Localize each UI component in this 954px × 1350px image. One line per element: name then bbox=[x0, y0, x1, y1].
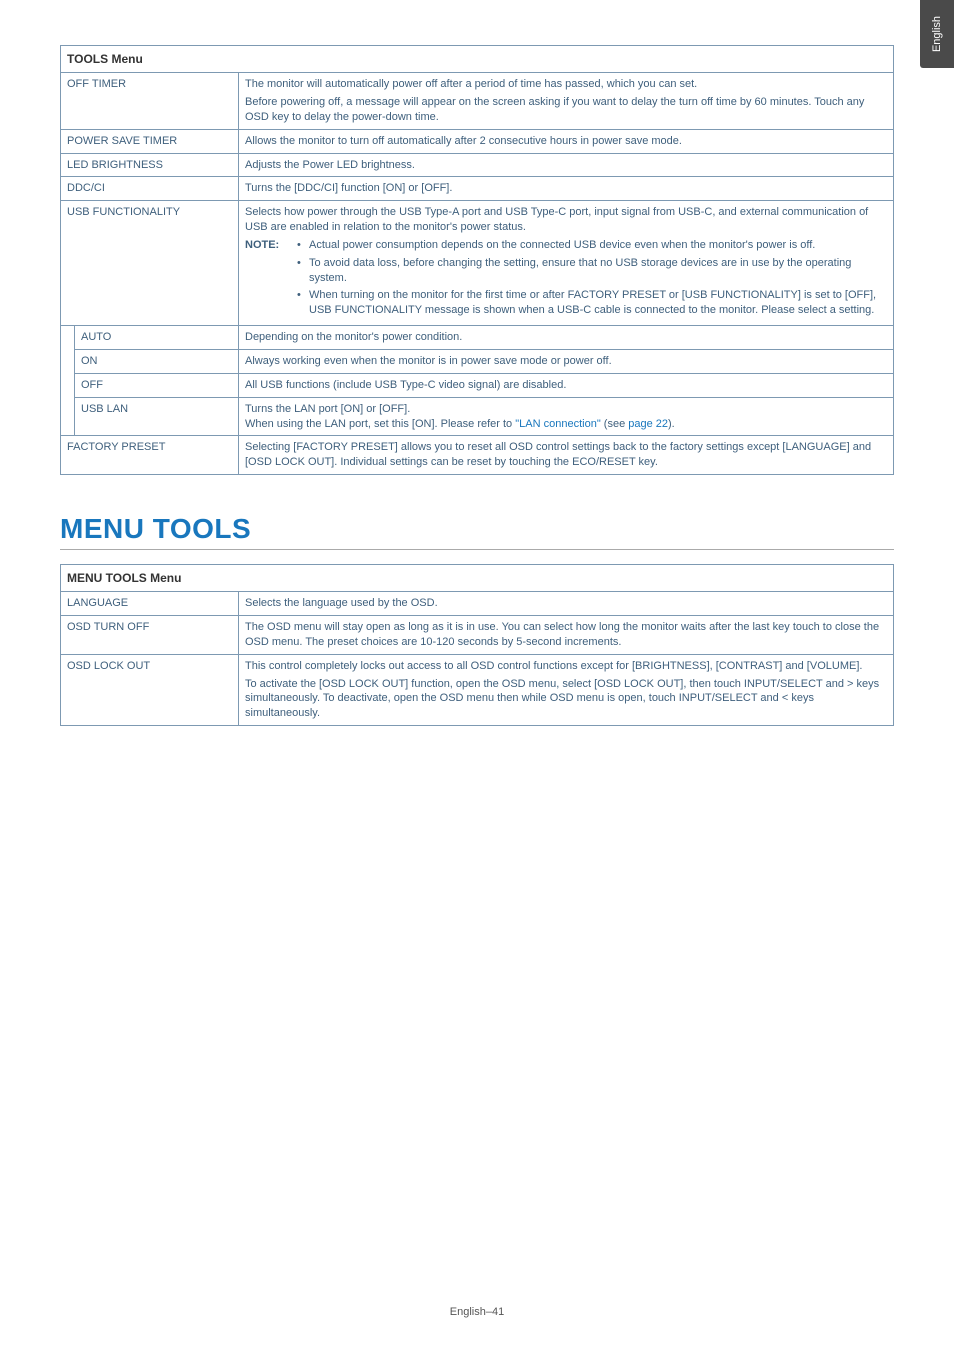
usb-func-b2: To avoid data loss, before changing the … bbox=[297, 256, 887, 286]
usb-lan-label: USB LAN bbox=[75, 397, 239, 436]
osd-lock-out-p1: This control completely locks out access… bbox=[245, 659, 887, 674]
divider bbox=[60, 549, 894, 550]
usb-lan-p2b: (see bbox=[601, 418, 629, 430]
usb-func-b1: Actual power consumption depends on the … bbox=[309, 239, 815, 251]
auto-desc: Depending on the monitor's power conditi… bbox=[239, 326, 894, 350]
factory-preset-desc: Selecting [FACTORY PRESET] allows you to… bbox=[239, 436, 894, 475]
auto-label: AUTO bbox=[75, 326, 239, 350]
indent bbox=[61, 326, 75, 350]
lan-connection-link[interactable]: "LAN connection" bbox=[515, 418, 600, 430]
usb-functionality-desc: Selects how power through the USB Type-A… bbox=[239, 201, 894, 326]
tools-header: TOOLS Menu bbox=[61, 46, 894, 73]
off-label: OFF bbox=[75, 373, 239, 397]
factory-preset-label: FACTORY PRESET bbox=[61, 436, 239, 475]
usb-func-p1: Selects how power through the USB Type-A… bbox=[245, 205, 887, 235]
ddcci-desc: Turns the [DDC/CI] function [ON] or [OFF… bbox=[239, 177, 894, 201]
language-tab-text: English bbox=[931, 16, 943, 52]
osd-turn-off-label: OSD TURN OFF bbox=[61, 616, 239, 655]
page-footer: English–41 bbox=[0, 1306, 954, 1318]
usb-func-b3: When turning on the monitor for the firs… bbox=[297, 288, 887, 318]
menu-tools-heading: MENU TOOLS bbox=[60, 513, 894, 545]
indent bbox=[61, 397, 75, 436]
page-22-link[interactable]: page 22 bbox=[628, 418, 668, 430]
usb-lan-p2: When using the LAN port, set this [ON]. … bbox=[245, 417, 887, 432]
osd-lock-out-label: OSD LOCK OUT bbox=[61, 654, 239, 725]
off-desc: All USB functions (include USB Type-C vi… bbox=[239, 373, 894, 397]
usb-lan-desc: Turns the LAN port [ON] or [OFF]. When u… bbox=[239, 397, 894, 436]
menu-tools-header: MENU TOOLS Menu bbox=[61, 565, 894, 592]
language-tab: English bbox=[920, 0, 954, 68]
power-save-timer-desc: Allows the monitor to turn off automatic… bbox=[239, 129, 894, 153]
osd-turn-off-desc: The OSD menu will stay open as long as i… bbox=[239, 616, 894, 655]
on-desc: Always working even when the monitor is … bbox=[239, 350, 894, 374]
note-label: NOTE: bbox=[245, 238, 297, 253]
off-timer-desc: The monitor will automatically power off… bbox=[239, 73, 894, 130]
usb-functionality-label: USB FUNCTIONALITY bbox=[61, 201, 239, 326]
ddcci-label: DDC/CI bbox=[61, 177, 239, 201]
usb-lan-p2c: ). bbox=[668, 418, 675, 430]
power-save-timer-label: POWER SAVE TIMER bbox=[61, 129, 239, 153]
off-timer-p2: Before powering off, a message will appe… bbox=[245, 95, 887, 125]
indent bbox=[61, 373, 75, 397]
language-label: LANGUAGE bbox=[61, 592, 239, 616]
on-label: ON bbox=[75, 350, 239, 374]
osd-lock-out-desc: This control completely locks out access… bbox=[239, 654, 894, 725]
language-desc: Selects the language used by the OSD. bbox=[239, 592, 894, 616]
tools-menu-table: TOOLS Menu OFF TIMER The monitor will au… bbox=[60, 45, 894, 475]
led-brightness-label: LED BRIGHTNESS bbox=[61, 153, 239, 177]
led-brightness-desc: Adjusts the Power LED brightness. bbox=[239, 153, 894, 177]
menu-tools-table: MENU TOOLS Menu LANGUAGE Selects the lan… bbox=[60, 564, 894, 726]
usb-lan-p2a: When using the LAN port, set this [ON]. … bbox=[245, 418, 515, 430]
off-timer-p1: The monitor will automatically power off… bbox=[245, 77, 887, 92]
usb-lan-p1: Turns the LAN port [ON] or [OFF]. bbox=[245, 402, 887, 417]
osd-lock-out-p2: To activate the [OSD LOCK OUT] function,… bbox=[245, 677, 887, 722]
off-timer-label: OFF TIMER bbox=[61, 73, 239, 130]
indent bbox=[61, 350, 75, 374]
